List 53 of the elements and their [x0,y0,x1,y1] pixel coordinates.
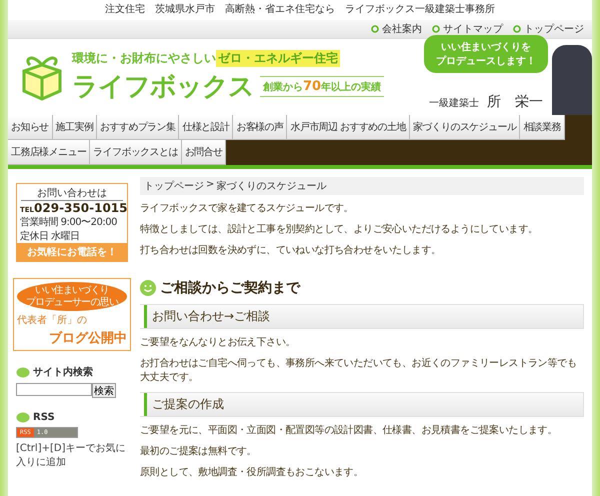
paragraph: ご要望をなんなりとお伝え下さい。 [140,336,296,350]
architect-name: 所 栄一 [487,93,543,111]
nav-tab[interactable]: 相談業務 [520,115,565,140]
paragraph: お打合わせはご自宅へ伺っても、事務所へ来ていただいても、お近くのファミリーレストラン等でも大丈夫です。 [140,357,578,385]
bullet-icon [432,25,440,33]
search-button[interactable]: 検索 [92,383,116,398]
breadcrumb-current: 家づくりのスケジュール [216,180,326,193]
nav-tab[interactable]: お知らせ [8,115,53,140]
nav-tab[interactable]: ライフボックスとは [90,140,182,165]
section-heading: サイト内検索 [33,366,93,379]
nav-tab[interactable]: 仕様と設計 [179,115,234,140]
search-field[interactable] [16,383,92,396]
utility-link[interactable]: トップページ [513,22,584,36]
speech-bubble: いい住まいづくり プロデューサーの思い [17,282,127,311]
nav-tab[interactable]: 工務店様メニュー [8,140,90,165]
paragraph: ライフボックスで家を建てるスケジュールです。 [140,202,354,216]
paragraph: ご要望を元に、平面図・立面図・配置図等の設計図書、仕様書、お見積書をご提案いたします。 [140,424,558,438]
nav-tab[interactable]: 水戸市周辺 おすすめの土地 [287,115,410,140]
bullet-icon [513,25,521,33]
nav-tab[interactable]: お客様の声 [233,115,288,140]
banner-title: ブログ公開中 [48,330,127,347]
utility-link[interactable]: 会社案内 [371,22,422,36]
paragraph: 最初のご提案は無料です。 [140,445,258,459]
logo-text: ライフボックス [72,71,254,104]
photo-placeholder [552,45,592,115]
call-to-action: お気軽にお電話を！ [17,243,127,261]
nav-tab[interactable]: 施工実例 [52,115,98,140]
section-heading: RSS [33,412,55,423]
bullet-icon [371,25,379,33]
catchphrase: 環境に・お財布にやさしい [72,50,216,67]
paragraph: 特徴としましては、設計と工事を別契約として、よりご安心いただけるようにしています。 [140,223,539,237]
breadcrumb-separator: > [206,179,214,192]
utility-link[interactable]: サイトマップ [432,22,503,36]
site-tagline: 注文住宅 茨城県水戸市 高断熱・省エネ住宅なら ライフボックス一級建築士事務所 [104,2,496,17]
step-heading: ご提案の作成 [140,392,584,417]
paragraph: 打ち合わせは回数を決めずに、ていねいな打ち合わせをいたします。 [140,244,442,258]
nav-tab[interactable]: おすすめプラン集 [97,115,180,140]
smiley-icon [140,280,156,296]
architect-title: 一級建築士 [429,96,479,110]
catchphrase-highlight: ゼロ・エネルギー住宅 [216,50,340,67]
nav-tab[interactable]: お問合せ [182,140,226,165]
nav-tab[interactable]: 家づくりのスケジュール [410,115,520,140]
breadcrumb-link[interactable]: トップページ [144,179,204,193]
closed-day: 定休日 水曜日 [17,229,127,243]
speech-bubble: いい住まいづくりを プロデュースします！ [424,35,548,73]
banner-heading: お問い合わせは [21,186,123,201]
paragraph: 原則として、敷地調査・役所調査もおこないます。 [140,466,364,480]
step-heading: お問い合わせ→ご相談 [140,304,584,329]
section-title: ご相談からご契約まで [160,279,300,297]
founding-tagline: 創業から70年以上の実績 [260,76,384,97]
banner-text: 代表者「所」の [17,314,88,327]
business-hours: 営業時間 9:00〜20:00 [19,216,118,229]
bookmark-hint: [Ctrl]+[D]キーでお気に入りに追加 [16,442,126,469]
